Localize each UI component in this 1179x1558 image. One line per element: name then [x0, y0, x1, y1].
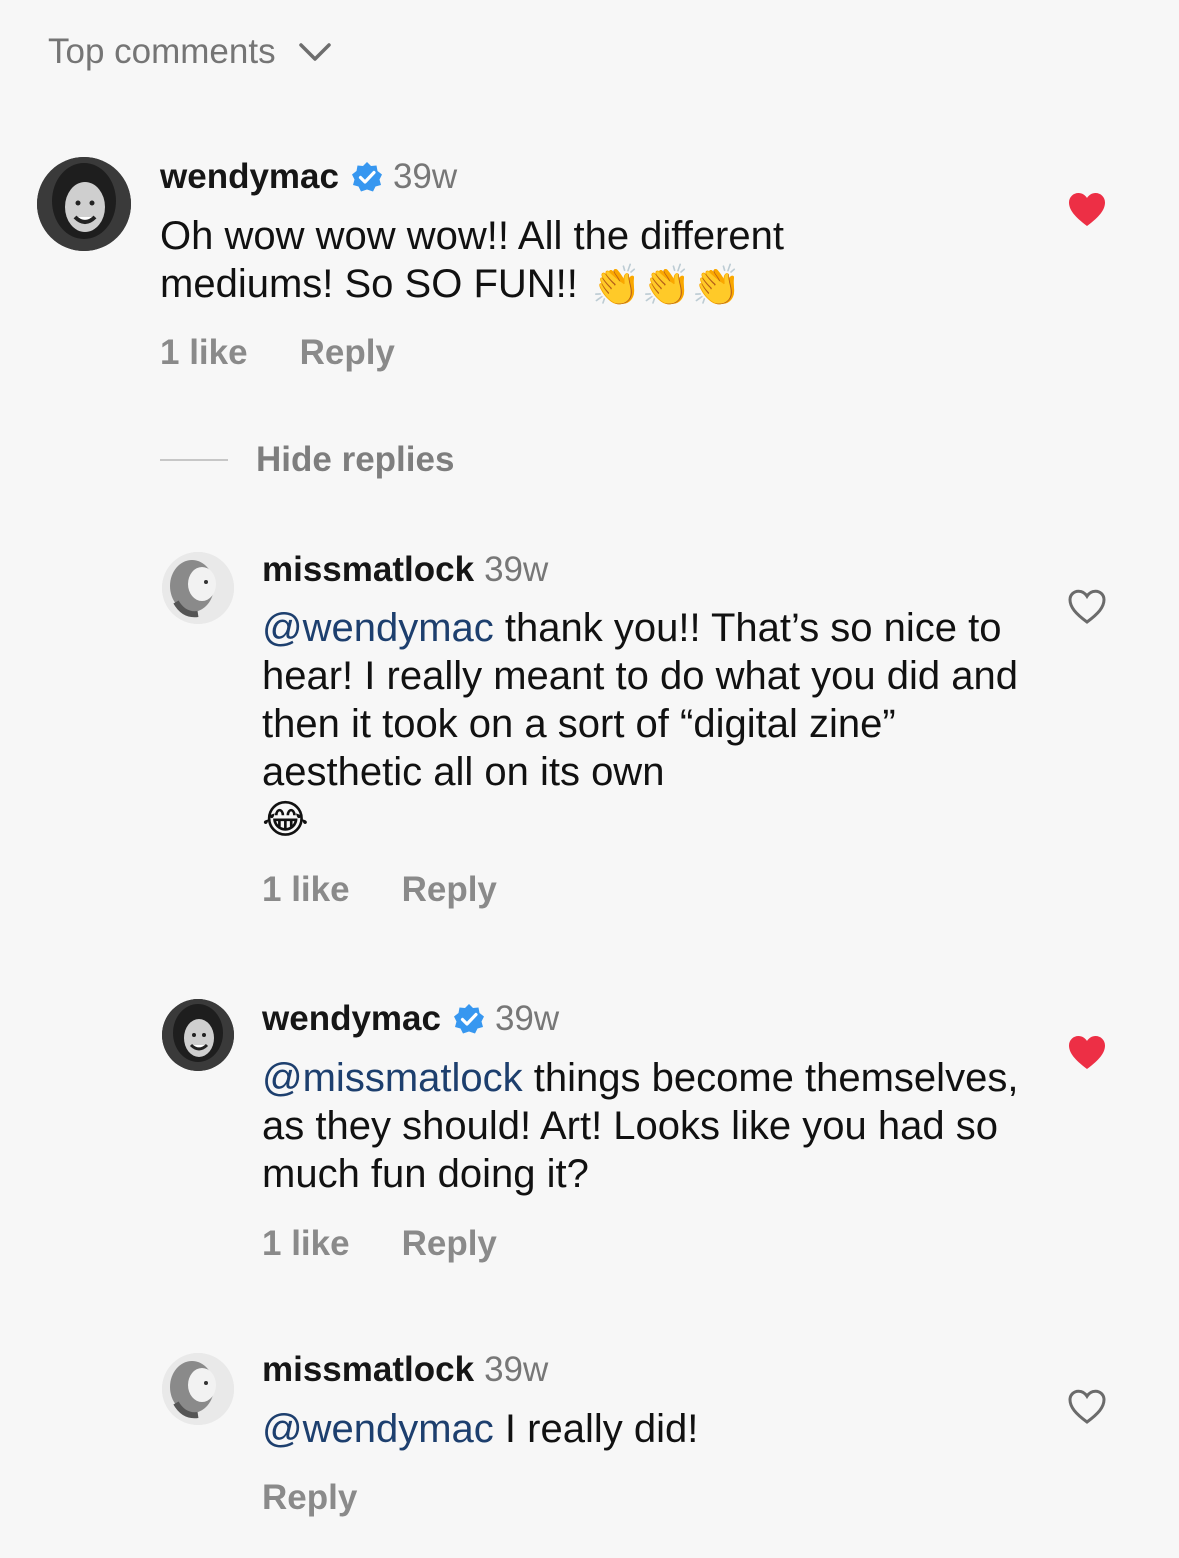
reply-body: I really did! — [493, 1407, 699, 1451]
comment-actions: 1 like Reply — [160, 333, 395, 373]
timestamp: 39w — [484, 550, 549, 589]
heart-outline-icon[interactable] — [1067, 587, 1107, 627]
like-count[interactable]: 1 like — [262, 1224, 350, 1264]
avatar[interactable] — [162, 999, 234, 1071]
hide-replies-label: Hide replies — [256, 440, 455, 479]
sort-selector[interactable]: Top comments — [48, 28, 332, 76]
reply-actions: 1 like Reply — [262, 1224, 497, 1264]
username[interactable]: missmatlock — [262, 1350, 474, 1390]
avatar[interactable] — [162, 1353, 234, 1425]
chevron-down-icon — [298, 41, 332, 63]
comment-header: wendymac 39w — [160, 155, 457, 199]
reply-header: missmatlock 39w — [262, 548, 548, 592]
like-count[interactable]: 1 like — [160, 333, 248, 373]
divider-line — [160, 459, 228, 461]
reply-button[interactable]: Reply — [262, 1478, 357, 1518]
heart-outline-icon[interactable] — [1067, 1387, 1107, 1427]
reply-text: @missmatlock things become themselves, a… — [262, 1054, 1022, 1198]
reply-button[interactable]: Reply — [300, 333, 395, 373]
timestamp: 39w — [392, 157, 458, 196]
avatar[interactable] — [37, 157, 131, 251]
mention-link[interactable]: @wendymac — [262, 1407, 494, 1451]
timestamp: 39w — [484, 1350, 549, 1389]
reply-text: @wendymac thank you!! That’s so nice to … — [262, 604, 1022, 844]
username[interactable]: wendymac — [262, 999, 441, 1039]
reply-button[interactable]: Reply — [402, 1224, 497, 1264]
sort-label: Top comments — [48, 32, 276, 71]
avatar[interactable] — [162, 552, 234, 624]
reply-text: @wendymac I really did! — [262, 1405, 1022, 1453]
mention-link[interactable]: @wendymac — [262, 606, 494, 650]
reply-actions: Reply — [262, 1478, 357, 1518]
reply-header: wendymac 39w — [262, 997, 559, 1041]
hide-replies-button[interactable]: Hide replies — [160, 440, 454, 480]
username[interactable]: missmatlock — [262, 550, 474, 590]
reply-header: missmatlock 39w — [262, 1348, 548, 1392]
timestamp: 39w — [494, 999, 560, 1038]
heart-filled-icon[interactable] — [1067, 190, 1107, 230]
laughing-emoji: 😂 — [262, 798, 309, 842]
clapping-hands-emoji: 👏👏👏 — [591, 264, 742, 309]
username[interactable]: wendymac — [160, 157, 339, 197]
verified-badge-icon — [351, 161, 383, 193]
like-count[interactable]: 1 like — [262, 870, 350, 910]
reply-actions: 1 like Reply — [262, 870, 497, 910]
verified-badge-icon — [453, 1003, 485, 1035]
mention-link[interactable]: @missmatlock — [262, 1056, 523, 1100]
heart-filled-icon[interactable] — [1067, 1033, 1107, 1073]
comment-text: Oh wow wow wow!! All the different mediu… — [160, 212, 880, 310]
reply-button[interactable]: Reply — [402, 870, 497, 910]
